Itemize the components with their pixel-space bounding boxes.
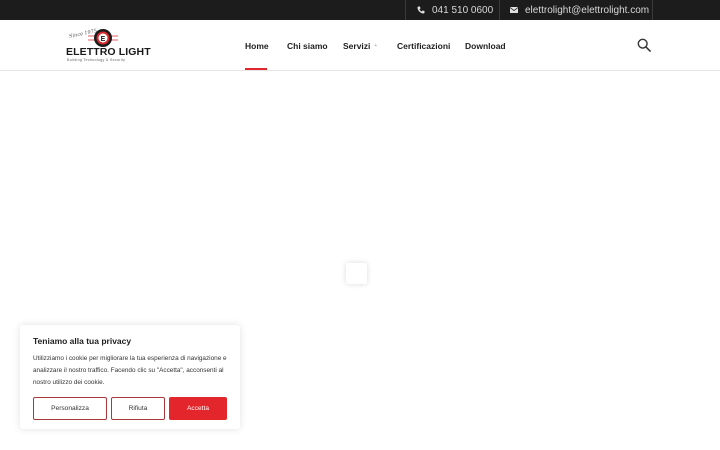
nav-item-servizi[interactable]: Servizi + [343, 20, 377, 71]
site-header: Since 1975 E ELETTRO LIGHT Building Tech… [0, 20, 720, 71]
cookie-message: Utilizziamo i cookie per migliorare la t… [33, 355, 227, 386]
svg-text:E: E [101, 36, 106, 43]
nav-label: Home [245, 40, 269, 51]
site-logo[interactable]: Since 1975 E ELETTRO LIGHT Building Tech… [66, 28, 151, 64]
reject-button[interactable]: Rifiuta [111, 397, 165, 420]
logo-emblem-icon: E [88, 29, 118, 47]
submenu-plus-icon: + [374, 42, 378, 49]
cookie-banner: Teniamo alla tua privacy Utilizziamo i c… [20, 325, 240, 429]
phone-contact[interactable]: 041 510 0600 [405, 0, 499, 20]
email-address: elettrolight@elettrolight.com [525, 4, 650, 16]
nav-label: Certificazioni [397, 40, 451, 51]
customize-button[interactable]: Personalizza [33, 397, 107, 420]
logo-name: ELETTRO LIGHT [66, 46, 151, 58]
nav-item-certificazioni[interactable]: Certificazioni [397, 20, 450, 71]
nav-item-chi-siamo[interactable]: Chi siamo [287, 20, 328, 71]
top-bar: 041 510 0600 elettrolight@elettrolight.c… [0, 0, 720, 20]
logo-tagline: Building Technology & Security [67, 58, 126, 62]
accept-button[interactable]: Accetta [169, 397, 227, 420]
nav-label: Chi siamo [287, 40, 328, 51]
nav-item-home[interactable]: Home [245, 20, 269, 71]
nav-label: Servizi [343, 40, 371, 51]
cookie-title: Teniamo alla tua privacy [33, 336, 132, 346]
envelope-icon [510, 7, 518, 13]
nav-active-indicator [245, 68, 267, 70]
phone-icon [417, 6, 425, 14]
page-loader [346, 263, 367, 284]
email-contact[interactable]: elettrolight@elettrolight.com [499, 0, 653, 20]
nav-label: Download [465, 40, 506, 51]
phone-number: 041 510 0600 [432, 4, 494, 16]
nav-item-download[interactable]: Download [465, 20, 506, 71]
search-icon[interactable] [637, 38, 651, 52]
